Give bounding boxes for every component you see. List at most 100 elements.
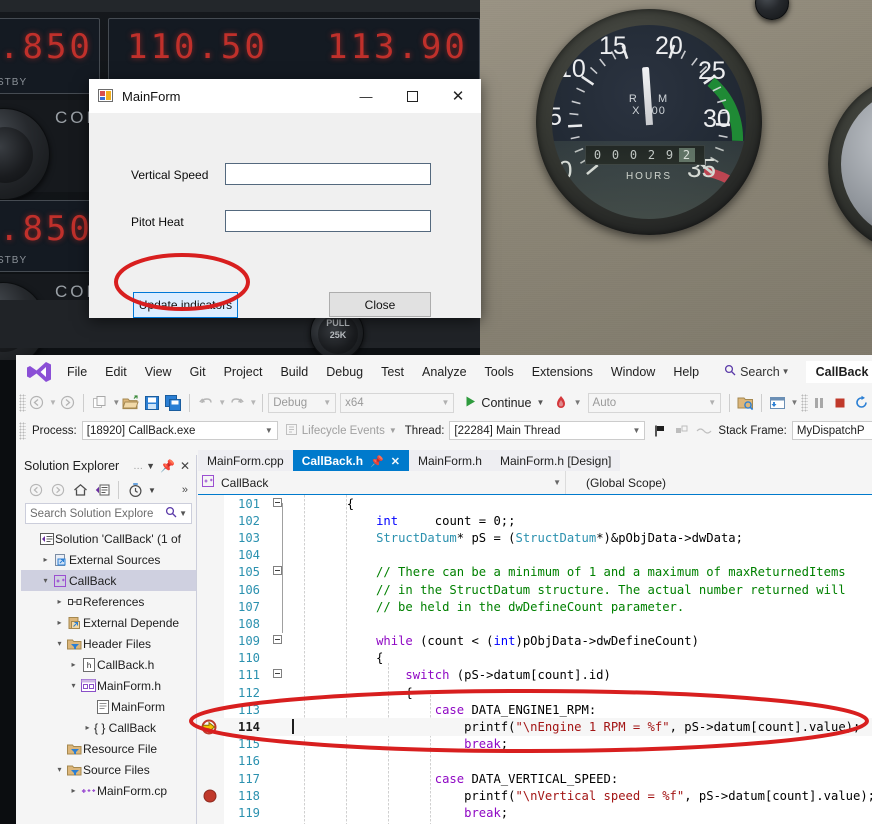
code-line-107[interactable]: 107 // be held in the dwDefineCount para… <box>198 598 872 615</box>
undo-icon[interactable] <box>195 392 216 414</box>
toolbar-grip[interactable] <box>19 394 26 412</box>
break-all-icon[interactable] <box>808 392 829 414</box>
code-line-109[interactable]: 109 while (count < (int)pObjData->dwDefi… <box>198 633 872 650</box>
stop-debugging-icon[interactable] <box>829 392 850 414</box>
code-line-115[interactable]: 115 break; <box>198 736 872 753</box>
redo-icon[interactable] <box>226 392 247 414</box>
menu-help[interactable]: Help <box>664 361 708 383</box>
fold-collapse-icon[interactable] <box>266 635 288 647</box>
menu-tools[interactable]: Tools <box>476 361 523 383</box>
tab-callback-h[interactable]: CallBack.h 📌 ✕ <box>293 450 409 472</box>
code-line-104[interactable]: 104 <box>198 547 872 564</box>
fold-collapse-icon[interactable] <box>266 498 288 510</box>
navigate-back-icon[interactable] <box>25 479 47 501</box>
tab-mainform-h-design[interactable]: MainForm.h [Design] <box>491 450 620 472</box>
hot-reload-icon[interactable] <box>550 392 571 414</box>
thread-view-icon[interactable] <box>693 420 715 442</box>
continue-button[interactable]: Continue ▼ <box>464 395 544 411</box>
panel-menu-chevron-down-icon[interactable]: ▼ <box>146 461 155 471</box>
navigate-backward-icon[interactable] <box>26 392 47 414</box>
attach-to-process-icon[interactable] <box>735 392 756 414</box>
undo-chevron-down-icon[interactable]: ▼ <box>218 398 226 407</box>
search-chevron-down-icon[interactable]: ▼ <box>782 367 790 376</box>
mainform-window[interactable]: MainForm — ✕ Vertical Speed Pitot Heat U… <box>89 79 481 318</box>
tab-pin-icon[interactable]: 📌 <box>370 455 384 468</box>
search-options-chevron-down-icon[interactable]: ▼ <box>179 509 187 518</box>
tree-item-external-sources[interactable]: ▸External Sources <box>21 549 196 570</box>
continue-chevron-down-icon[interactable]: ▼ <box>536 398 544 407</box>
menu-view[interactable]: View <box>136 361 181 383</box>
active-project-chip[interactable]: CallBack <box>806 361 872 383</box>
code-surface[interactable]: 101 {102 int count = 0;;103 StructDatum*… <box>198 495 872 824</box>
twisty-collapsed-icon[interactable]: ▸ <box>53 597 66 606</box>
code-line-102[interactable]: 102 int count = 0;; <box>198 512 872 529</box>
twisty-collapsed-icon[interactable]: ▸ <box>81 723 94 732</box>
twisty-collapsed-icon[interactable]: ▸ <box>67 660 80 669</box>
lifecycle-chevron-down-icon[interactable]: ▼ <box>389 426 397 435</box>
process-combo[interactable]: [18920] CallBack.exe ▼ <box>82 421 278 440</box>
tree-item-solution-callback-1-of[interactable]: Solution 'CallBack' (1 of <box>21 528 196 549</box>
solution-explorer-search[interactable]: Search Solution Explore ▼ <box>25 503 192 524</box>
step-chevron-down-icon[interactable]: ▼ <box>791 398 799 407</box>
debug-toolbar-grip[interactable] <box>801 394 808 412</box>
menu-test[interactable]: Test <box>372 361 413 383</box>
code-line-113[interactable]: 113 case DATA_ENGINE1_RPM: <box>198 701 872 718</box>
mainform-maximize-button[interactable] <box>389 79 435 113</box>
code-line-110[interactable]: 110 { <box>198 650 872 667</box>
restart-debugging-icon[interactable] <box>851 392 872 414</box>
code-line-105[interactable]: 105 // There can be a minimum of 1 and a… <box>198 564 872 581</box>
new-project-chevron-down-icon[interactable]: ▼ <box>112 398 120 407</box>
stack-frame-combo[interactable]: MyDispatchP <box>792 421 872 440</box>
project-scope-combo[interactable]: CallBack ▼ <box>198 471 566 494</box>
lifecycle-events-button[interactable]: Lifecycle Events ▼ <box>285 423 397 439</box>
solution-toolbar-overflow-icon[interactable]: » <box>182 484 188 496</box>
twisty-expanded-icon[interactable]: ▾ <box>53 639 66 648</box>
tree-item-callback[interactable]: ▾CallBack <box>21 570 196 591</box>
code-line-103[interactable]: 103 StructDatum* pS = (StructDatum*)&pOb… <box>198 529 872 546</box>
twisty-collapsed-icon[interactable]: ▸ <box>67 786 80 795</box>
twisty-collapsed-icon[interactable]: ▸ <box>53 618 66 627</box>
fold-collapse-icon[interactable] <box>266 669 288 681</box>
save-all-icon[interactable] <box>163 392 184 414</box>
solution-configuration-combo[interactable]: Debug ▼ <box>268 393 336 413</box>
thread-combo[interactable]: [22284] Main Thread ▼ <box>449 421 645 440</box>
mainform-close-action-button[interactable]: Close <box>329 292 431 317</box>
navigate-fwd-icon[interactable] <box>47 479 69 501</box>
navigate-forward-icon[interactable] <box>57 392 78 414</box>
tree-item-callback-h[interactable]: ▸hCallBack.h <box>21 654 196 675</box>
code-line-116[interactable]: 116 <box>198 753 872 770</box>
visual-studio-window[interactable]: File Edit View Git Project Build Debug T… <box>16 355 872 824</box>
editor-tab-strip[interactable]: MainForm.cpp CallBack.h 📌 ✕ MainForm.h M… <box>198 450 872 472</box>
code-line-112[interactable]: 112 { <box>198 684 872 701</box>
menu-analyze[interactable]: Analyze <box>413 361 475 383</box>
pending-changes-chevron-down-icon[interactable]: ▼ <box>148 486 156 495</box>
solution-explorer-tree[interactable]: Solution 'CallBack' (1 of▸External Sourc… <box>21 528 196 801</box>
switch-views-icon[interactable] <box>91 479 113 501</box>
tree-item-external-depende[interactable]: ▸External Depende <box>21 612 196 633</box>
open-file-icon[interactable] <box>120 392 141 414</box>
mainform-minimize-button[interactable]: — <box>343 79 389 113</box>
code-line-117[interactable]: 117 case DATA_VERTICAL_SPEED: <box>198 770 872 787</box>
tree-item-resource-file[interactable]: Resource File <box>21 738 196 759</box>
code-line-101[interactable]: 101 { <box>198 495 872 512</box>
mainform-close-button[interactable]: ✕ <box>435 79 481 113</box>
update-indicators-button[interactable]: Update indicators <box>133 292 238 318</box>
tree-item-mainform-cp[interactable]: ▸MainForm.cp <box>21 780 196 801</box>
solution-platform-combo[interactable]: x64 ▼ <box>340 393 454 413</box>
fold-collapse-icon[interactable] <box>266 566 288 578</box>
code-line-114[interactable]: 114 printf("\nEngine 1 RPM = %f", pS->da… <box>198 718 872 735</box>
current-statement-arrow-icon[interactable] <box>198 719 230 735</box>
code-line-108[interactable]: 108 <box>198 615 872 632</box>
pin-icon[interactable]: 📌 <box>160 459 175 473</box>
tree-item-header-files[interactable]: ▾Header Files <box>21 633 196 654</box>
pending-changes-icon[interactable] <box>124 479 146 501</box>
menu-file[interactable]: File <box>58 361 96 383</box>
twisty-expanded-icon[interactable]: ▾ <box>67 681 80 690</box>
mainform-titlebar[interactable]: MainForm — ✕ <box>89 79 481 113</box>
pitot-heat-input[interactable] <box>225 210 431 232</box>
member-scope-combo[interactable]: (Global Scope) <box>566 471 872 494</box>
tab-mainform-cpp[interactable]: MainForm.cpp <box>198 450 293 472</box>
tree-item-references[interactable]: ▸References <box>21 591 196 612</box>
tree-item-mainform-h[interactable]: ▾MainForm.h <box>21 675 196 696</box>
code-line-111[interactable]: 111 switch (pS->datum[count].id) <box>198 667 872 684</box>
